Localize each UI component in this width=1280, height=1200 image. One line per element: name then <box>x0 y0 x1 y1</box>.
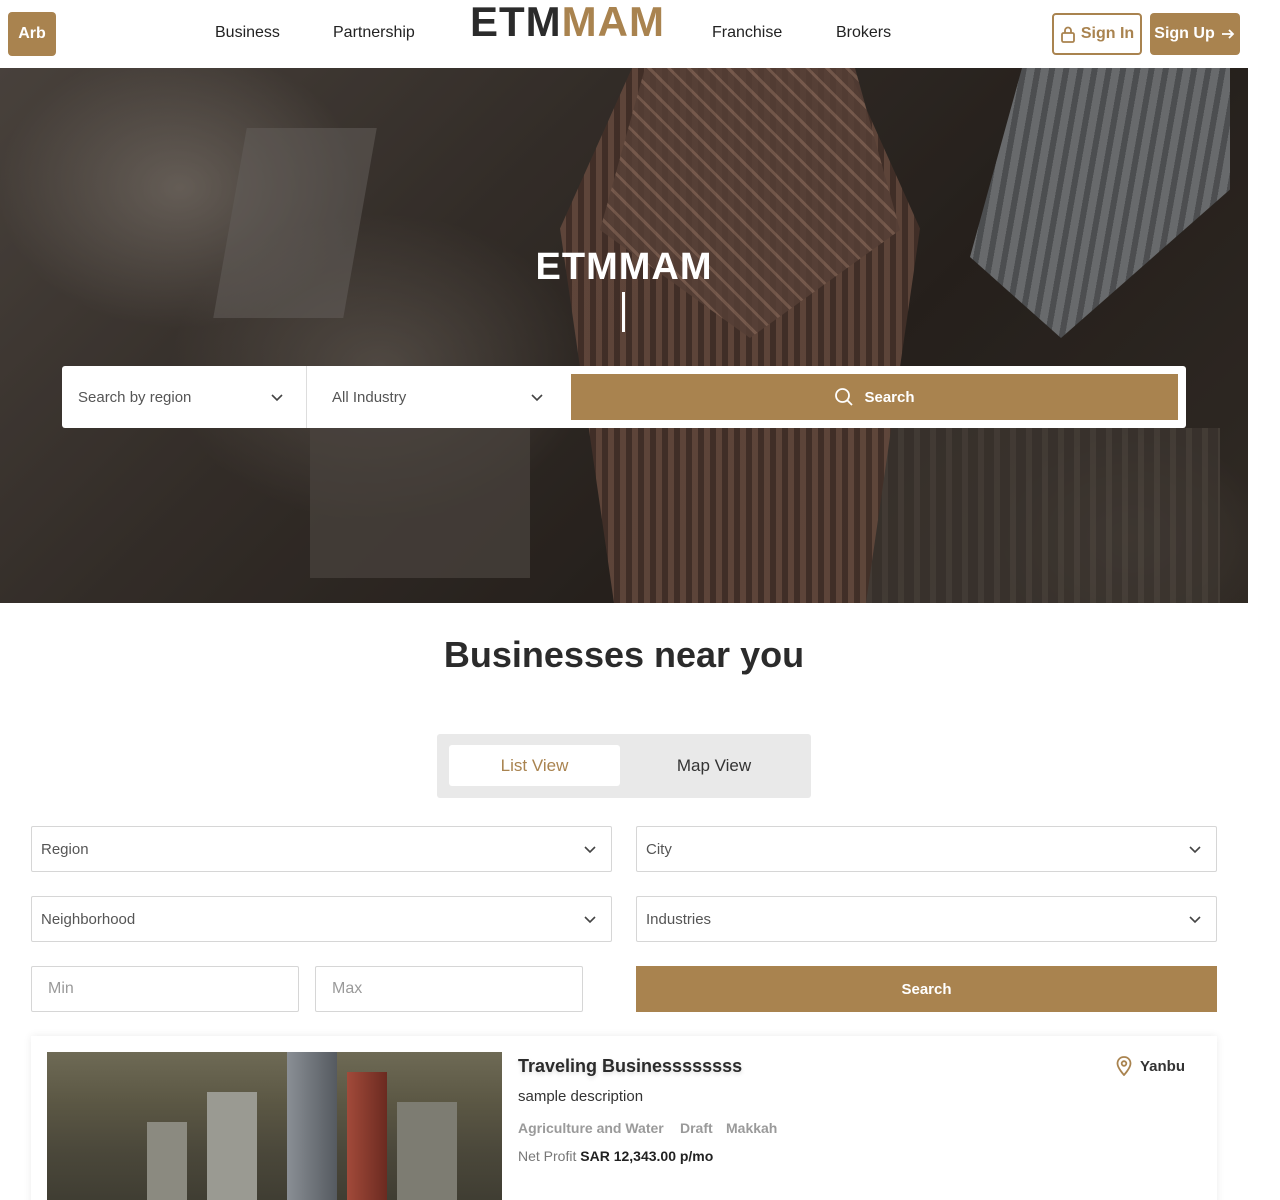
image-building <box>207 1092 257 1200</box>
listing-tag-industry: Agriculture and Water <box>518 1120 664 1136</box>
listing-tag-region: Makkah <box>726 1120 778 1136</box>
neighborhood-filter[interactable]: Neighborhood <box>31 896 612 942</box>
chevron-down-icon <box>584 916 596 924</box>
nav-brokers[interactable]: Brokers <box>836 24 891 42</box>
logo-part2: MAM <box>561 0 665 45</box>
page: Arb Business Partnership ETMMAM Franchis… <box>0 0 1280 1200</box>
listing-description: sample description <box>518 1088 644 1105</box>
listing-image[interactable] <box>47 1052 502 1200</box>
profit-value: SAR 12,343.00 p/mo <box>580 1148 714 1164</box>
industries-filter-label: Industries <box>646 910 712 928</box>
sign-up-button[interactable]: Sign Up <box>1150 13 1240 55</box>
hero-search-bar: Search by region All Industry Search <box>62 366 1186 428</box>
hero-search-label: Search <box>864 388 915 406</box>
chevron-down-icon <box>1189 846 1201 854</box>
top-header: Arb Business Partnership ETMMAM Franchis… <box>0 0 1248 68</box>
map-pin-icon <box>1116 1056 1132 1076</box>
profit-label: Net Profit <box>518 1148 577 1164</box>
nav-business[interactable]: Business <box>215 24 280 42</box>
region-filter[interactable]: Region <box>31 826 612 872</box>
language-button[interactable]: Arb <box>8 12 56 56</box>
neighborhood-filter-label: Neighborhood <box>41 910 136 928</box>
chevron-down-icon <box>1189 916 1201 924</box>
location-label: Yanbu <box>1140 1057 1186 1075</box>
site-logo[interactable]: ETMMAM <box>470 0 665 46</box>
section-title: Businesses near you <box>443 634 805 675</box>
hero-title: ETMMAM <box>535 246 713 288</box>
listing-location: Yanbu <box>1116 1056 1185 1076</box>
image-building <box>147 1122 187 1200</box>
view-toggle: List View Map View <box>437 734 811 798</box>
sign-in-button[interactable]: Sign In <box>1052 13 1142 55</box>
image-building <box>397 1102 457 1200</box>
sign-in-label: Sign In <box>1080 25 1135 42</box>
listing-tag-status: Draft <box>680 1120 713 1136</box>
region-select-label: Search by region <box>78 388 192 406</box>
sign-up-label: Sign Up <box>1154 25 1215 42</box>
search-icon <box>835 388 854 406</box>
listing-title[interactable]: Traveling Businessssssss <box>518 1056 742 1077</box>
tab-list-view[interactable]: List View <box>449 745 620 786</box>
lock-icon <box>1060 26 1075 43</box>
hero-search-button[interactable]: Search <box>571 374 1178 420</box>
min-price-input[interactable]: Min <box>31 966 299 1012</box>
max-price-input[interactable]: Max <box>315 966 583 1012</box>
hero-banner: ETMMAM Search by region All Industry Sea… <box>0 68 1248 603</box>
logo-part1: ETM <box>470 0 562 45</box>
industries-filter[interactable]: Industries <box>636 896 1217 942</box>
hero-overlay <box>0 68 1248 603</box>
tab-map-view[interactable]: Map View <box>620 745 808 786</box>
chevron-down-icon <box>531 394 543 402</box>
industry-select-label: All Industry <box>332 388 407 406</box>
listing-profit: Net Profit SAR 12,343.00 p/mo <box>518 1148 713 1164</box>
listing-card[interactable]: Traveling Businessssssss sample descript… <box>31 1036 1217 1200</box>
chevron-down-icon <box>271 394 283 402</box>
city-filter[interactable]: City <box>636 826 1217 872</box>
region-filter-label: Region <box>41 840 89 858</box>
filter-search-button[interactable]: Search <box>636 966 1217 1012</box>
arrow-right-icon <box>1221 29 1234 39</box>
chevron-down-icon <box>584 846 596 854</box>
text-caret <box>622 292 625 332</box>
image-building <box>347 1072 387 1200</box>
city-filter-label: City <box>646 840 672 858</box>
region-select[interactable]: Search by region <box>62 366 307 428</box>
nav-franchise[interactable]: Franchise <box>712 24 782 42</box>
nav-partnership[interactable]: Partnership <box>333 24 415 42</box>
industry-select[interactable]: All Industry <box>308 366 566 428</box>
image-building <box>287 1052 337 1200</box>
